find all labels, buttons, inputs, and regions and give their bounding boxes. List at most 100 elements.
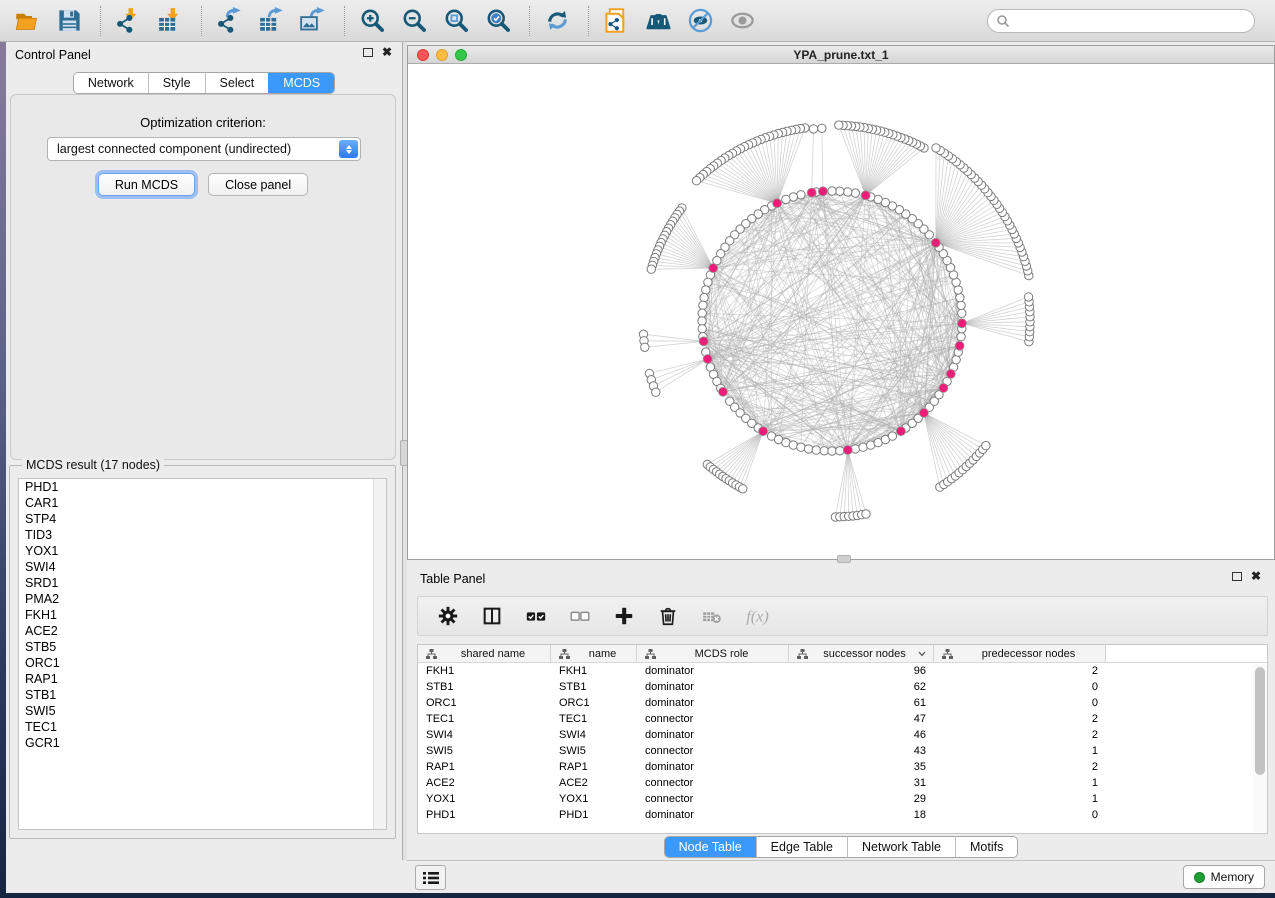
select-all-icon[interactable] [525,605,547,627]
cell-successor-nodes[interactable]: 31 [789,777,934,789]
table-row[interactable]: RAP1RAP1dominator352 [418,759,1267,775]
deselect-all-icon[interactable] [569,605,591,627]
cell-name[interactable]: ORC1 [551,697,637,709]
column-header-predecessor-nodes[interactable]: predecessor nodes [934,645,1106,662]
table-row[interactable]: YOX1YOX1connector291 [418,791,1267,807]
cell-predecessor-nodes[interactable]: 2 [934,761,1106,773]
cell-MCDS-role[interactable]: dominator [637,729,789,741]
export-table-icon[interactable] [258,7,285,34]
optimization-criterion-dropdown[interactable]: largest connected component (undirected) [47,137,361,161]
cell-predecessor-nodes[interactable]: 1 [934,793,1106,805]
mcds-result-item[interactable]: STB1 [19,687,386,703]
close-panel-button[interactable]: Close panel [208,173,308,196]
cell-name[interactable]: TEC1 [551,713,637,725]
cell-name[interactable]: YOX1 [551,793,637,805]
cell-predecessor-nodes[interactable]: 2 [934,713,1106,725]
zoom-out-icon[interactable] [401,7,428,34]
cell-shared-name[interactable]: PHD1 [418,809,551,821]
cell-successor-nodes[interactable]: 47 [789,713,934,725]
import-table-icon[interactable] [157,7,184,34]
cell-successor-nodes[interactable]: 96 [789,665,934,677]
cell-shared-name[interactable]: TEC1 [418,713,551,725]
table-row[interactable]: ORC1ORC1dominator610 [418,695,1267,711]
table-scrollbar[interactable] [1253,664,1266,832]
tab-select[interactable]: Select [205,73,269,93]
mcds-result-item[interactable]: YOX1 [19,543,386,559]
mcds-result-item[interactable]: ACE2 [19,623,386,639]
network-window-titlebar[interactable]: YPA_prune.txt_1 [408,46,1274,64]
tab-network[interactable]: Network [74,73,148,93]
tab-network-table[interactable]: Network Table [847,837,955,857]
cell-successor-nodes[interactable]: 46 [789,729,934,741]
dropdown-stepper-icon[interactable] [339,140,358,158]
cell-name[interactable]: ACE2 [551,777,637,789]
cell-predecessor-nodes[interactable]: 0 [934,809,1106,821]
zoom-selected-icon[interactable] [485,7,512,34]
export-image-icon[interactable] [300,7,327,34]
save-session-icon[interactable] [56,7,83,34]
cell-MCDS-role[interactable]: dominator [637,665,789,677]
cell-successor-nodes[interactable]: 61 [789,697,934,709]
table-row[interactable]: ACE2ACE2connector311 [418,775,1267,791]
tab-motifs[interactable]: Motifs [955,837,1017,857]
add-row-icon[interactable] [613,605,635,627]
delete-row-icon[interactable] [657,605,679,627]
table-row[interactable]: FKH1FKH1dominator962 [418,663,1267,679]
mcds-result-item[interactable]: PHD1 [19,479,386,495]
cell-predecessor-nodes[interactable]: 2 [934,729,1106,741]
run-mcds-button[interactable]: Run MCDS [98,173,195,196]
mcds-result-item[interactable]: TID3 [19,527,386,543]
mcds-result-list[interactable]: PHD1CAR1STP4TID3YOX1SWI4SRD1PMA2FKH1ACE2… [18,478,387,830]
tab-mcds[interactable]: MCDS [268,73,334,93]
mcds-result-item[interactable]: ORC1 [19,655,386,671]
cell-MCDS-role[interactable]: connector [637,777,789,789]
cell-name[interactable]: STB1 [551,681,637,693]
tab-node-table[interactable]: Node Table [665,837,756,857]
show-columns-icon[interactable] [481,605,503,627]
cell-successor-nodes[interactable]: 43 [789,745,934,757]
cell-shared-name[interactable]: ORC1 [418,697,551,709]
cell-name[interactable]: PHD1 [551,809,637,821]
column-header-name[interactable]: name [551,645,637,662]
cell-MCDS-role[interactable]: dominator [637,681,789,693]
mcds-result-item[interactable]: SWI5 [19,703,386,719]
tab-style[interactable]: Style [148,73,205,93]
refresh-icon[interactable] [544,7,571,34]
hide-selected-icon[interactable] [687,7,714,34]
cell-successor-nodes[interactable]: 29 [789,793,934,805]
cell-MCDS-role[interactable]: dominator [637,809,789,821]
clone-network-icon[interactable] [603,7,630,34]
cell-shared-name[interactable]: FKH1 [418,665,551,677]
cell-MCDS-role[interactable]: connector [637,793,789,805]
mcds-result-item[interactable]: GCR1 [19,735,386,751]
cell-shared-name[interactable]: SWI5 [418,745,551,757]
cell-name[interactable]: FKH1 [551,665,637,677]
table-row[interactable]: SWI5SWI5connector431 [418,743,1267,759]
memory-button[interactable]: Memory [1183,865,1265,889]
tab-edge-table[interactable]: Edge Table [756,837,847,857]
task-history-button[interactable] [415,865,446,890]
cell-shared-name[interactable]: ACE2 [418,777,551,789]
zoom-in-icon[interactable] [359,7,386,34]
mcds-result-item[interactable]: STB5 [19,639,386,655]
show-all-icon[interactable] [729,7,756,34]
cell-shared-name[interactable]: SWI4 [418,729,551,741]
table-row[interactable]: PHD1PHD1dominator180 [418,807,1267,823]
cell-successor-nodes[interactable]: 62 [789,681,934,693]
node-table[interactable]: shared name name MCDS role successor nod… [417,644,1268,834]
column-header-MCDS-role[interactable]: MCDS role [637,645,789,662]
search-input[interactable] [987,9,1255,33]
delete-table-icon[interactable] [701,605,723,627]
zoom-fit-icon[interactable] [443,7,470,34]
result-list-scrollbar[interactable] [373,479,386,829]
close-icon[interactable]: ✖ [1251,572,1261,581]
cell-predecessor-nodes[interactable]: 2 [934,665,1106,677]
mcds-result-item[interactable]: TEC1 [19,719,386,735]
table-row[interactable]: STB1STB1dominator620 [418,679,1267,695]
horizontal-splitter-grip[interactable] [837,555,851,563]
settings-gear-icon[interactable] [437,605,459,627]
mcds-result-item[interactable]: RAP1 [19,671,386,687]
open-file-icon[interactable] [14,7,41,34]
cell-name[interactable]: SWI4 [551,729,637,741]
cell-MCDS-role[interactable]: connector [637,745,789,757]
